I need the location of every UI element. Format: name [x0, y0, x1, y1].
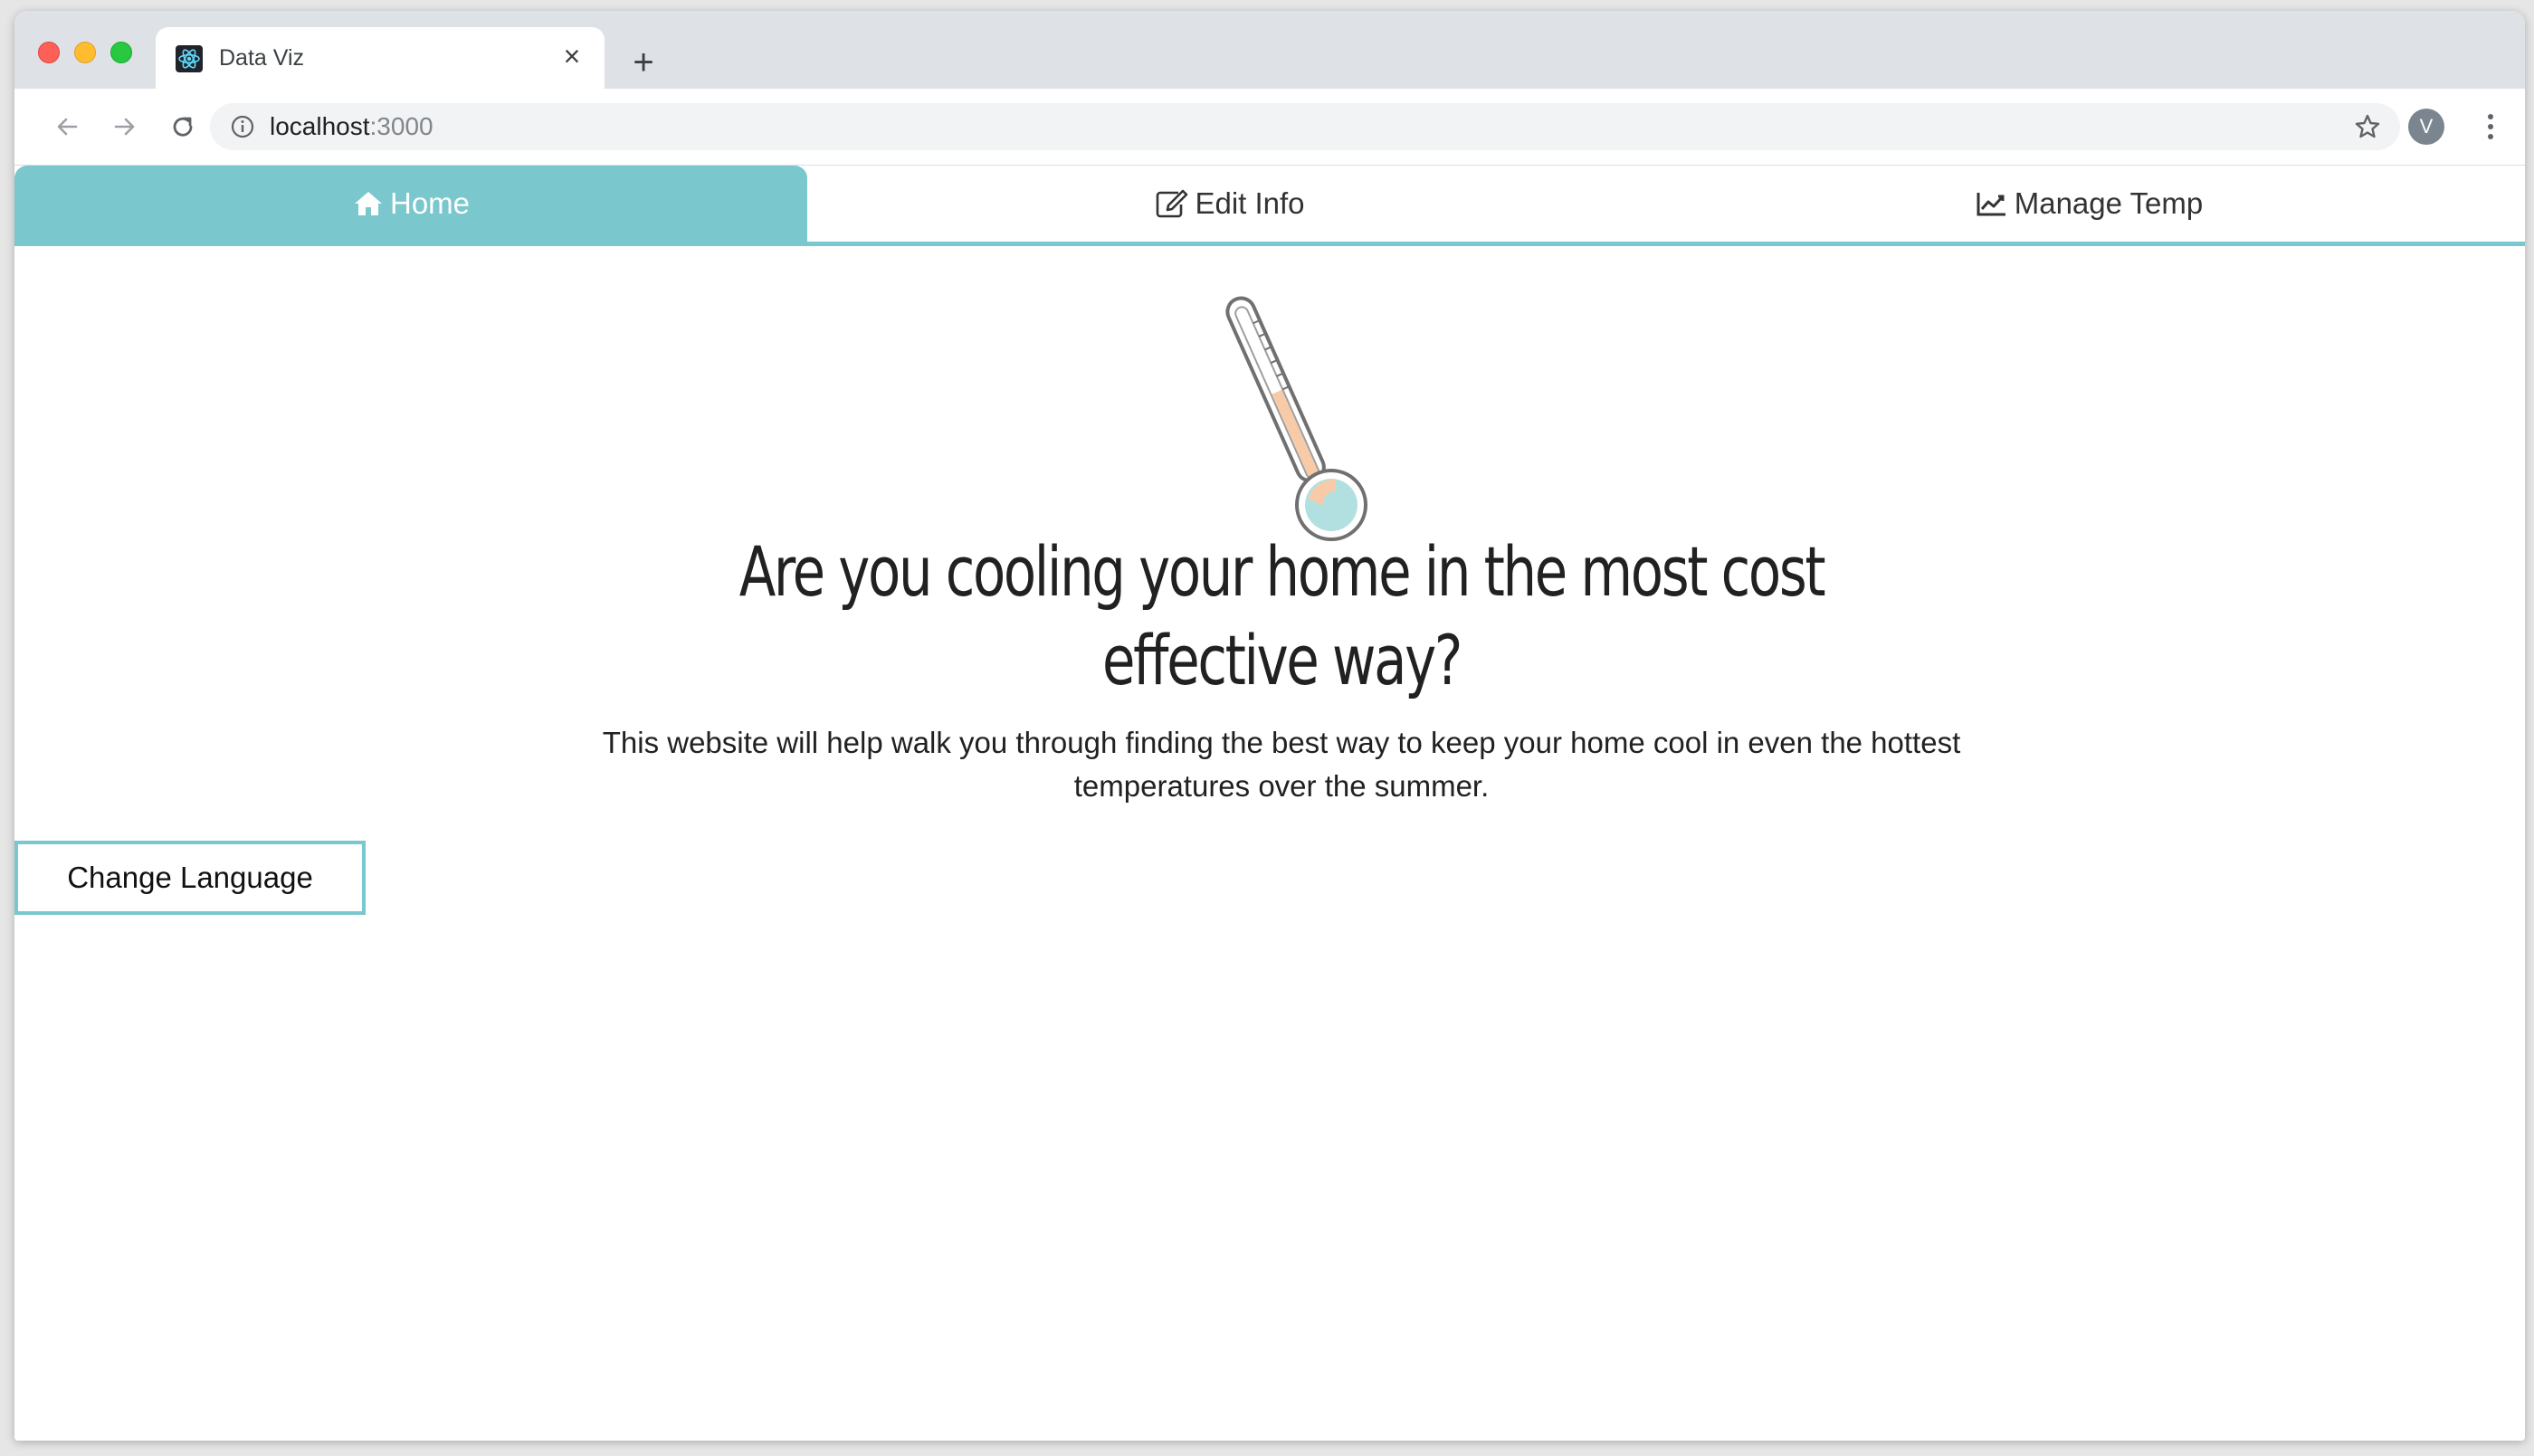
forward-button[interactable] [103, 105, 147, 148]
tab-home-label: Home [389, 186, 471, 220]
maximize-window-button[interactable] [110, 42, 132, 63]
back-button[interactable] [45, 105, 89, 148]
more-menu-icon[interactable] [2480, 109, 2501, 145]
tab-title: Data Viz [219, 45, 305, 71]
address-bar[interactable]: localhost:3000 [210, 103, 2400, 150]
change-language-button[interactable]: Change Language [14, 841, 366, 915]
arrow-left-icon [57, 118, 78, 136]
react-icon [176, 45, 203, 72]
arrow-right-icon [114, 118, 135, 136]
app-content: Home Edit Info Manage Temp Are you cooli… [14, 166, 2525, 1441]
thermometer-icon [1225, 296, 1367, 541]
page-subtext: This website will help walk you through … [602, 726, 1961, 803]
info-icon[interactable] [230, 114, 255, 139]
reload-button[interactable] [161, 105, 205, 148]
page-headline: Are you cooling your home in the most co… [738, 531, 1826, 700]
browser-window: Data Viz × + localhost:3000 V Home Edit … [14, 11, 2525, 1441]
minimize-window-button[interactable] [74, 42, 96, 63]
tab-manage-temp-label: Manage Temp [2014, 186, 2204, 220]
edit-icon [1157, 189, 1188, 218]
new-tab-button[interactable]: + [623, 42, 664, 83]
home-icon [354, 192, 382, 215]
tab-manage-temp[interactable]: Manage Temp [1653, 166, 2525, 242]
tab-edit-info-label: Edit Info [1195, 186, 1305, 220]
profile-avatar[interactable]: V [2408, 109, 2444, 145]
tab-strip: Data Viz × + [14, 11, 2525, 89]
tab-home[interactable]: Home [14, 166, 807, 242]
close-window-button[interactable] [38, 42, 60, 63]
bookmark-star-icon[interactable] [2353, 112, 2382, 141]
app-navbar: Home Edit Info Manage Temp [14, 166, 2525, 246]
chart-line-icon [1977, 193, 2005, 216]
close-tab-icon[interactable]: × [556, 40, 588, 72]
browser-tab[interactable]: Data Viz × [156, 27, 605, 89]
reload-icon [173, 117, 193, 137]
tab-edit-info[interactable]: Edit Info [807, 166, 1653, 242]
url-text: localhost:3000 [270, 112, 433, 140]
browser-toolbar: localhost:3000 V [14, 89, 2525, 166]
